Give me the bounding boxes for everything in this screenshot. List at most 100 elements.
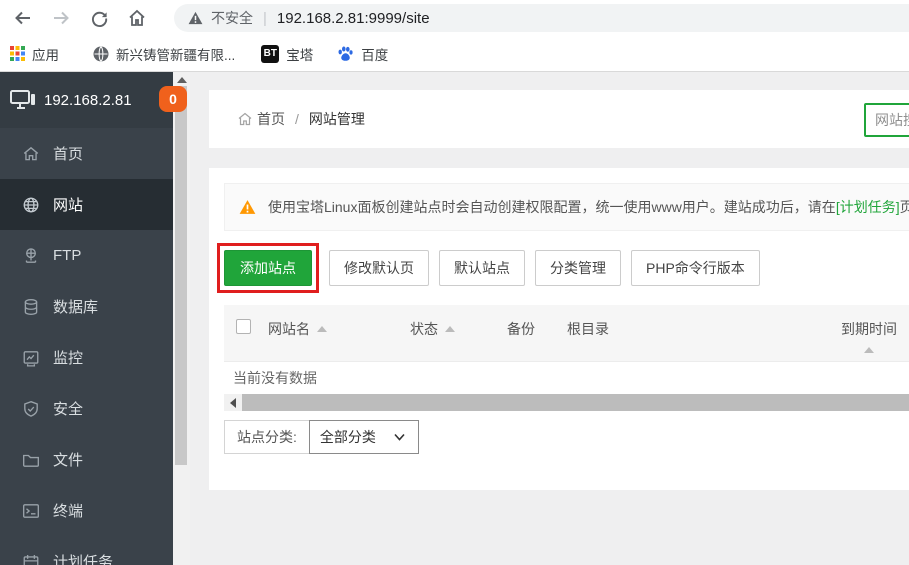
modify-default-page-button[interactable]: 修改默认页 — [329, 250, 429, 286]
sidebar-server-header[interactable]: 192.168.2.81 0 — [0, 72, 187, 128]
site-search-text: 网站搜 — [875, 112, 909, 128]
browser-toolbar: 不安全 | 192.168.2.81:9999/site — [0, 0, 909, 36]
cron-link[interactable]: [计划任务] — [836, 199, 900, 215]
table-header: 网站名 状态 备份 根目录 到期时间 — [224, 305, 909, 362]
default-site-button[interactable]: 默认站点 — [439, 250, 525, 286]
sidebar-menu: 首页 网站 FTP 数据库 监控 安全 文件 终端 计划任务 — [0, 128, 173, 565]
sidebar-item-files[interactable]: 文件 — [0, 434, 173, 485]
info-alert: 使用宝塔Linux面板创建站点时会自动创建权限配置，统一使用www用户。建站成功… — [224, 183, 909, 231]
folder-icon — [22, 451, 40, 469]
sort-asc-icon[interactable] — [317, 326, 327, 332]
sidebar: 192.168.2.81 0 首页 网站 FTP 数据库 监控 安全 文件 终端… — [0, 72, 187, 565]
notification-badge: 0 — [159, 86, 187, 112]
category-select[interactable]: 全部分类 — [308, 420, 419, 454]
bookmark-baota[interactable]: BT 宝塔 — [261, 44, 313, 64]
empty-text: 当前没有数据 — [233, 370, 317, 386]
back-icon[interactable] — [12, 7, 34, 29]
breadcrumb-home-link[interactable]: 首页 — [257, 109, 285, 129]
sidebar-item-label: 计划任务 — [53, 554, 114, 565]
column-status[interactable]: 状态 — [410, 319, 507, 339]
breadcrumb-home-icon — [237, 111, 253, 127]
sidebar-item-label: 首页 — [53, 146, 84, 163]
sidebar-item-cron[interactable]: 计划任务 — [0, 536, 173, 565]
horizontal-scrollbar[interactable] — [224, 394, 909, 411]
globe-icon — [22, 196, 40, 214]
server-monitor-icon — [10, 89, 36, 111]
sidebar-item-security[interactable]: 安全 — [0, 383, 173, 434]
select-all-checkbox[interactable] — [236, 319, 251, 334]
sidebar-item-label: 网站 — [53, 197, 84, 214]
bt-favicon-icon: BT — [261, 44, 280, 63]
refresh-icon[interactable] — [88, 7, 110, 29]
bookmark-baidu[interactable]: 百度 — [337, 44, 388, 64]
security-label: 不安全 — [211, 10, 253, 26]
sidebar-scrollbar[interactable] — [173, 72, 190, 565]
column-expire[interactable]: 到期时间 — [833, 319, 905, 353]
breadcrumb: 首页 / 网站管理 — [237, 109, 365, 129]
alert-text-after: 页面 — [900, 199, 909, 215]
scrollbar-thumb[interactable] — [242, 394, 909, 411]
sidebar-item-label: 终端 — [53, 503, 84, 520]
sidebar-item-label: 监控 — [53, 350, 84, 367]
column-rootdir: 根目录 — [567, 321, 609, 337]
server-ip: 192.168.2.81 — [44, 91, 132, 109]
sidebar-item-terminal[interactable]: 终端 — [0, 485, 173, 536]
forward-icon[interactable] — [50, 7, 72, 29]
alert-text: 使用宝塔Linux面板创建站点时会自动创建权限配置，统一使用www用户。建站成功… — [268, 199, 836, 215]
bookmark-apps[interactable]: 应用 — [10, 44, 59, 64]
column-backup: 备份 — [507, 321, 535, 337]
shield-icon — [22, 400, 40, 418]
column-sitename[interactable]: 网站名 — [268, 319, 410, 339]
not-secure-warning-icon — [188, 11, 203, 25]
filter-label: 站点分类: — [224, 420, 309, 454]
sidebar-item-label: FTP — [53, 247, 82, 264]
bookmarks-bar: 应用 新兴铸管新疆有限... BT 宝塔 百度 — [0, 36, 909, 72]
sidebar-item-database[interactable]: 数据库 — [0, 281, 173, 332]
panel-page: 192.168.2.81 0 首页 网站 FTP 数据库 监控 安全 文件 终端… — [0, 72, 909, 565]
php-cli-version-button[interactable]: PHP命令行版本 — [631, 250, 760, 286]
monitor-chart-icon — [22, 349, 40, 367]
site-manage-card: 使用宝塔Linux面板创建站点时会自动创建权限配置，统一使用www用户。建站成功… — [209, 168, 909, 490]
breadcrumb-current: 网站管理 — [308, 111, 365, 127]
calendar-icon — [22, 553, 40, 565]
selected-category: 全部分类 — [319, 429, 376, 445]
bookmark-site[interactable]: 新兴铸管新疆有限... — [93, 44, 235, 64]
add-site-button[interactable]: 添加站点 — [224, 250, 312, 286]
sidebar-item-monitor[interactable]: 监控 — [0, 332, 173, 383]
address-bar[interactable]: 不安全 | 192.168.2.81:9999/site — [174, 4, 909, 32]
sidebar-item-ftp[interactable]: FTP — [0, 230, 173, 281]
terminal-icon — [22, 502, 40, 520]
breadcrumb-separator: / — [295, 111, 299, 127]
ftp-icon — [22, 247, 40, 265]
bookmark-label: 宝塔 — [286, 47, 314, 63]
table-empty-row: 当前没有数据 — [224, 362, 909, 394]
chevron-down-icon — [394, 433, 405, 441]
bookmark-label: 百度 — [361, 47, 389, 63]
category-manage-button[interactable]: 分类管理 — [535, 250, 621, 286]
globe-favicon-icon — [93, 45, 109, 62]
sidebar-item-label: 安全 — [53, 401, 84, 418]
apps-grid-icon — [10, 46, 25, 61]
database-icon — [22, 298, 40, 316]
sidebar-item-home[interactable]: 首页 — [0, 128, 173, 179]
sort-asc-icon[interactable] — [445, 326, 455, 332]
home-icon[interactable] — [126, 7, 148, 29]
bookmark-label: 应用 — [32, 47, 59, 63]
sort-asc-icon[interactable] — [864, 347, 874, 353]
sidebar-item-label: 数据库 — [53, 299, 99, 316]
sidebar-item-website[interactable]: 网站 — [0, 179, 173, 230]
baidu-paw-icon — [337, 45, 354, 62]
site-search-input[interactable]: 网站搜 — [864, 103, 909, 137]
warning-triangle-icon — [239, 199, 256, 215]
home-icon — [22, 145, 40, 163]
breadcrumb-card: 首页 / 网站管理 — [209, 90, 909, 148]
address-separator: | — [263, 9, 267, 27]
scroll-up-arrow-icon[interactable] — [177, 77, 187, 83]
site-category-filter: 站点分类: 全部分类 — [224, 420, 419, 454]
sidebar-item-label: 文件 — [53, 452, 84, 469]
red-highlight-annotation: 添加站点 — [217, 243, 319, 293]
scrollbar-thumb[interactable] — [175, 86, 187, 465]
scroll-left-arrow-icon[interactable] — [224, 394, 241, 411]
bookmark-label: 新兴铸管新疆有限... — [116, 47, 236, 63]
action-button-row: 添加站点 修改默认页 默认站点 分类管理 PHP命令行版本 — [217, 243, 760, 293]
